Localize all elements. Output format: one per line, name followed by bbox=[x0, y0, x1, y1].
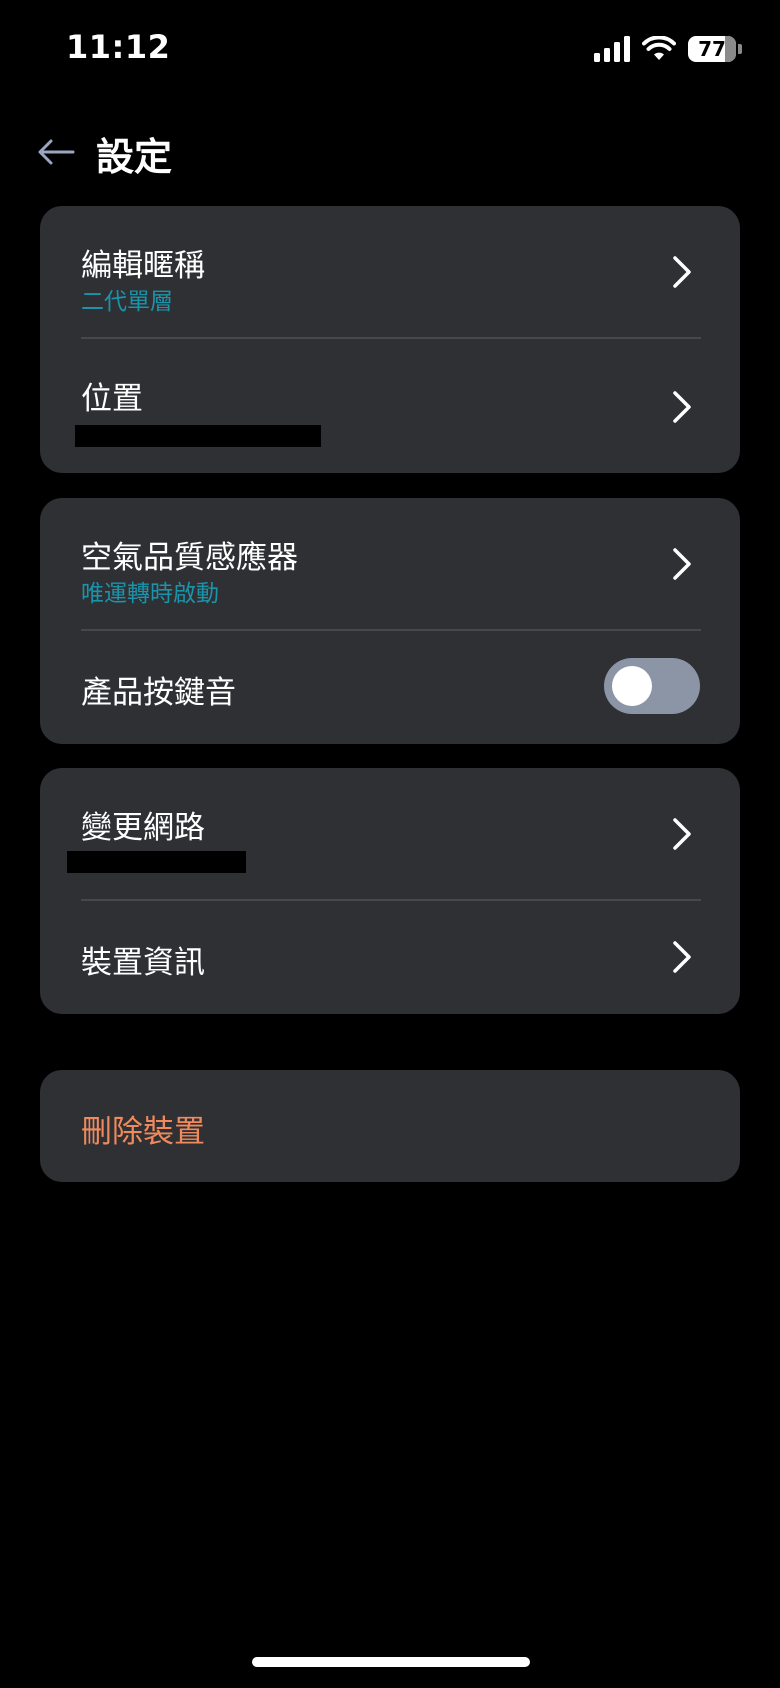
status-time: 11:12 bbox=[66, 28, 171, 66]
chevron-right-icon bbox=[673, 391, 691, 423]
key-tone-toggle[interactable] bbox=[604, 658, 700, 714]
edit-nickname-row[interactable]: 編輯暱稱 二代單層 bbox=[40, 206, 740, 338]
status-bar: 11:12 77 bbox=[0, 0, 780, 100]
chevron-right-icon bbox=[673, 941, 691, 973]
header: 設定 bbox=[0, 118, 780, 184]
toggle-knob bbox=[612, 666, 652, 706]
status-icons: 77 bbox=[594, 34, 742, 64]
nickname-value: 二代單層 bbox=[81, 289, 173, 315]
redacted-location bbox=[75, 425, 321, 447]
home-indicator[interactable] bbox=[252, 1657, 530, 1667]
device-info-label: 裝置資訊 bbox=[81, 945, 205, 981]
redacted-network bbox=[67, 851, 246, 873]
battery-icon: 77 bbox=[688, 36, 736, 62]
delete-device-button[interactable]: 刪除裝置 bbox=[40, 1070, 740, 1182]
delete-device-card: 刪除裝置 bbox=[40, 1070, 740, 1182]
air-quality-sensor-value: 唯運轉時啟動 bbox=[81, 581, 219, 607]
location-row[interactable]: 位置 bbox=[40, 339, 740, 473]
network-settings-card: 變更網路 裝置資訊 bbox=[40, 768, 740, 1014]
chevron-right-icon bbox=[673, 256, 691, 288]
delete-device-label: 刪除裝置 bbox=[81, 1114, 205, 1150]
general-settings-card: 編輯暱稱 二代單層 位置 bbox=[40, 206, 740, 473]
key-tone-row: 產品按鍵音 bbox=[40, 631, 740, 744]
cellular-signal-icon bbox=[594, 36, 630, 62]
change-network-row[interactable]: 變更網路 bbox=[40, 768, 740, 900]
change-network-label: 變更網路 bbox=[81, 810, 205, 846]
air-quality-sensor-row[interactable]: 空氣品質感應器 唯運轉時啟動 bbox=[40, 498, 740, 630]
chevron-right-icon bbox=[673, 818, 691, 850]
location-label: 位置 bbox=[81, 381, 143, 417]
battery-empty-portion bbox=[724, 36, 736, 62]
chevron-right-icon bbox=[673, 548, 691, 580]
page-title: 設定 bbox=[96, 135, 173, 179]
back-button[interactable] bbox=[34, 130, 78, 174]
device-info-row[interactable]: 裝置資訊 bbox=[40, 901, 740, 1014]
back-arrow-icon bbox=[38, 139, 75, 165]
feature-settings-card: 空氣品質感應器 唯運轉時啟動 產品按鍵音 bbox=[40, 498, 740, 744]
battery-tip bbox=[738, 44, 742, 54]
key-tone-label: 產品按鍵音 bbox=[81, 675, 236, 711]
air-quality-sensor-label: 空氣品質感應器 bbox=[81, 540, 298, 576]
edit-nickname-label: 編輯暱稱 bbox=[81, 248, 205, 284]
battery-level: 77 bbox=[698, 37, 726, 61]
wifi-icon bbox=[642, 36, 676, 60]
